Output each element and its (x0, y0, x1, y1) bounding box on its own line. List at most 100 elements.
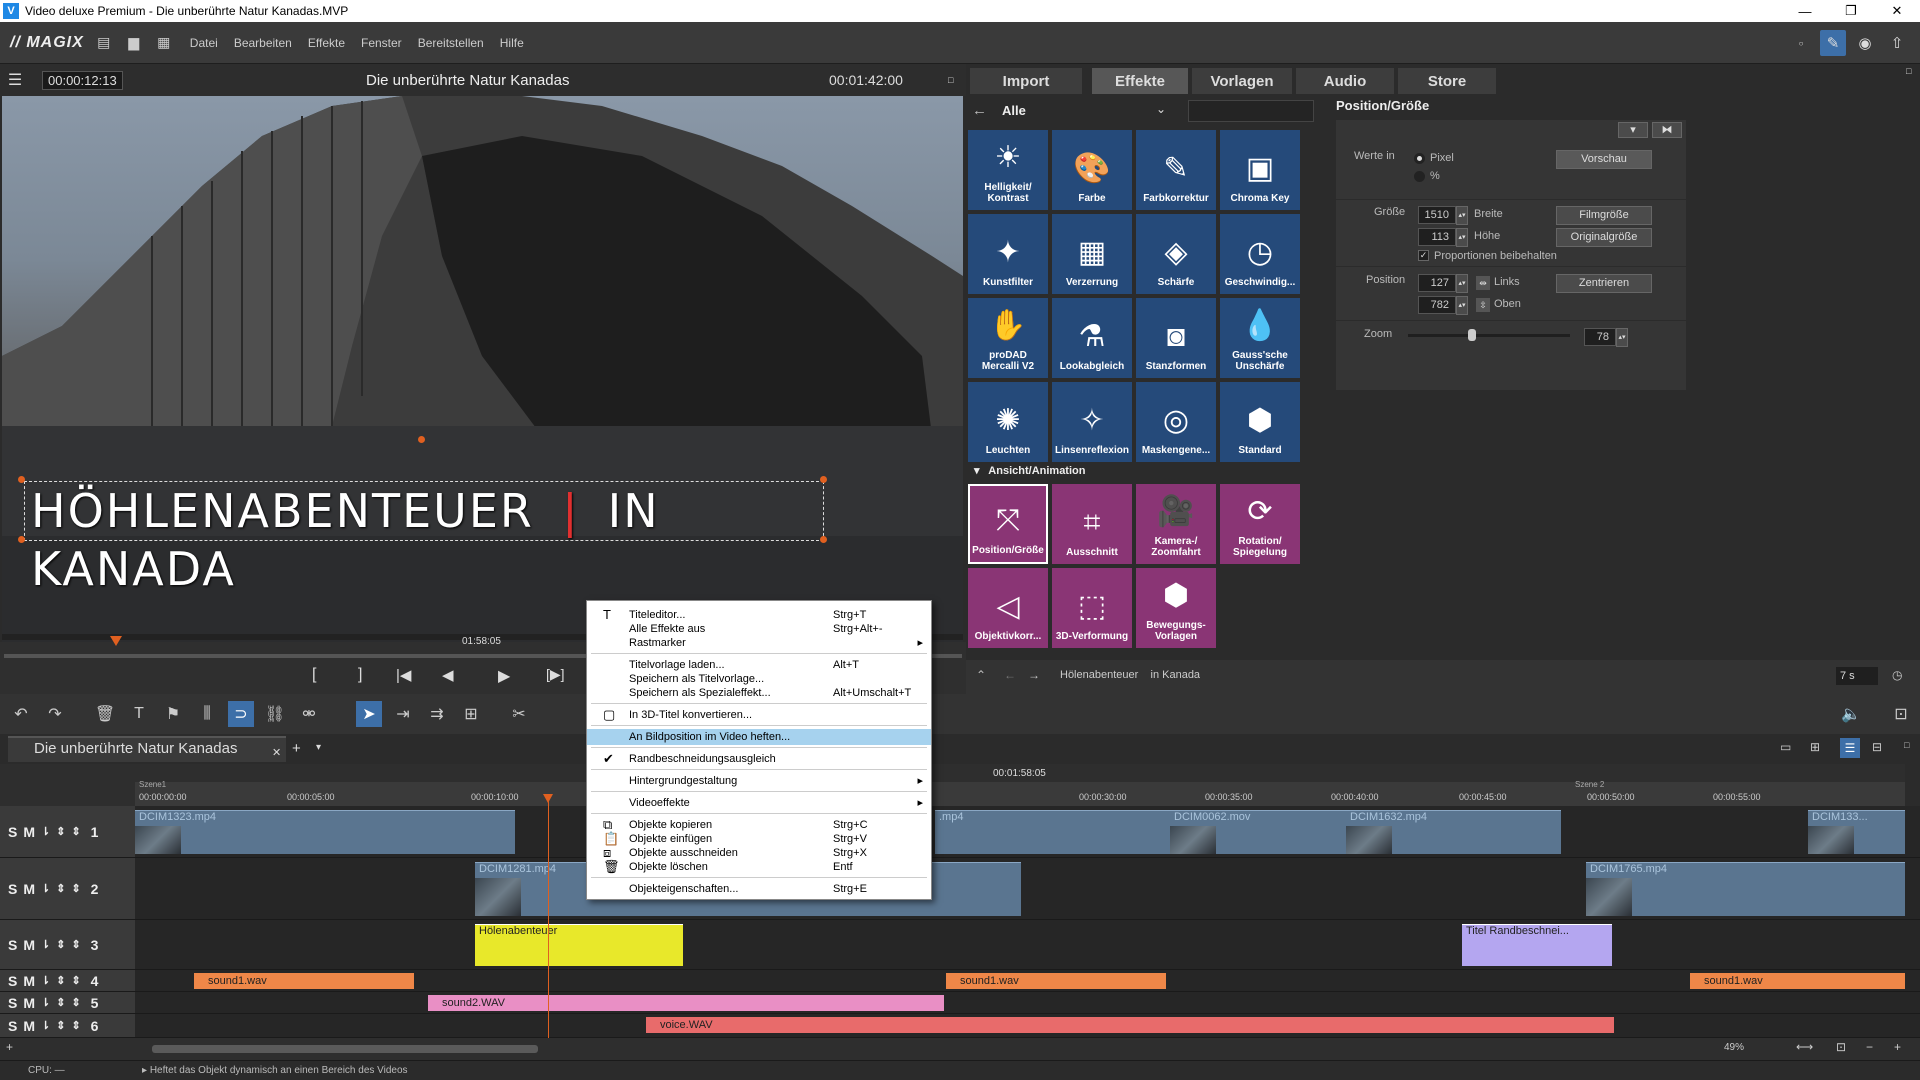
effect-tile[interactable]: ✺ Leuchten (968, 382, 1048, 462)
tab-import[interactable]: Import (970, 68, 1082, 94)
zoom-level[interactable]: 49% (1724, 1042, 1744, 1053)
maximize-icon[interactable]: ❐ (1828, 0, 1874, 22)
expand-toggle[interactable]: ⧓ (1652, 122, 1682, 138)
originalgroesse-button[interactable]: Originalgröße (1556, 228, 1652, 247)
track-options-icon[interactable]: ⇕ (71, 825, 80, 838)
links-stepper[interactable]: ▴▾ (1456, 274, 1468, 293)
range-select-icon[interactable]: ⇥ (390, 701, 416, 727)
zoom-slider[interactable] (1408, 334, 1570, 337)
back-arrow-icon[interactable]: ← (972, 102, 987, 119)
effect-tile[interactable]: ☀ Helligkeit/ Kontrast (968, 130, 1048, 210)
context-menu-item[interactable]: ✔ Randbeschneidungsausgleich (587, 751, 931, 767)
maximize-preview-icon[interactable]: □ (948, 75, 953, 85)
effects-search-input[interactable] (1188, 100, 1314, 122)
animation-effect-tile[interactable]: ⬢ Bewegungs- Vorlagen (1136, 568, 1216, 648)
track-settings-icon[interactable]: ⇕ (56, 882, 65, 895)
track-settings-icon[interactable]: ⇕ (56, 1019, 65, 1032)
mute-button[interactable]: M (23, 995, 35, 1011)
breite-stepper[interactable]: ▴▾ (1456, 206, 1468, 225)
resize-handle[interactable] (18, 476, 25, 483)
zoom-input[interactable]: 78 (1584, 328, 1616, 346)
context-menu-item[interactable]: Objekteigenschaften... Strg+E (587, 881, 931, 897)
solo-button[interactable]: S (8, 995, 17, 1011)
zentrieren-button[interactable]: Zentrieren (1556, 274, 1652, 293)
timeline-playhead[interactable] (548, 794, 549, 1042)
context-menu-item[interactable]: Rastmarker ▸ (587, 635, 931, 651)
context-menu-item[interactable]: Speichern als Spezialeffekt... Alt+Umscha… (587, 685, 931, 701)
title-clip[interactable]: Hölenabenteuer (475, 924, 683, 966)
user-icon[interactable]: ✎ (1820, 30, 1846, 56)
lock-icon[interactable]: ⇂ (41, 938, 50, 951)
view-single-icon[interactable]: ▭ (1780, 740, 1791, 754)
menu-bearbeiten[interactable]: Bearbeiten (234, 36, 292, 50)
panel-maximize-icon[interactable]: □ (1906, 66, 1911, 76)
mute-button[interactable]: M (23, 973, 35, 989)
track-settings-icon[interactable]: ⇕ (56, 974, 65, 987)
hscroll-thumb[interactable] (152, 1045, 538, 1053)
lock-icon[interactable]: ⇂ (41, 882, 50, 895)
menu-fenster[interactable]: Fenster (361, 36, 402, 50)
timeline-track[interactable]: S M ⇂ ⇕ ⇕ 2 DCIM1281.mp4 DCIM1765.mp4 (0, 858, 1920, 920)
dot-icon[interactable]: ○ (1788, 30, 1814, 56)
timeline-track[interactable]: S M ⇂ ⇕ ⇕ 5 sound2.WAV (0, 992, 1920, 1014)
track-settings-icon[interactable]: ⇕ (56, 938, 65, 951)
video-clip[interactable]: DCIM1323.mp4 (135, 810, 515, 854)
menu-hilfe[interactable]: Hilfe (500, 36, 524, 50)
solo-button[interactable]: S (8, 1018, 17, 1034)
marker-icon[interactable]: ⚑ (160, 701, 186, 727)
context-menu-item[interactable]: An Bildposition im Video heften... (587, 729, 931, 745)
tab-store[interactable]: Store (1398, 68, 1496, 94)
timeline-track[interactable]: S M ⇂ ⇕ ⇕ 1 DCIM1323.mp4 .mp4 DCIM0062.mov DCIM16… (0, 806, 1920, 858)
track-options-icon[interactable]: ⇕ (71, 974, 80, 987)
save-icon[interactable]: ▦ (154, 33, 174, 53)
tab-vorlagen[interactable]: Vorlagen (1192, 68, 1292, 94)
video-clip[interactable]: DCIM1632.mp4 (1346, 810, 1561, 854)
solo-button[interactable]: S (8, 937, 17, 953)
resize-handle[interactable] (18, 536, 25, 543)
audio-clip[interactable]: voice.WAV (646, 1017, 1614, 1033)
resize-handle[interactable] (820, 536, 827, 543)
animation-effect-tile[interactable]: ◁ Objektivkorr... (968, 568, 1048, 648)
mute-button[interactable]: M (23, 1018, 35, 1034)
links-input[interactable]: 127 (1418, 274, 1456, 292)
add-tab-icon[interactable]: + (292, 740, 301, 757)
oben-input[interactable]: 782 (1418, 296, 1456, 314)
timeline-ruler[interactable]: 00:01:58:05 Szene1 Szene 2 00:00:00:00 00… (135, 764, 1905, 806)
view-storyboard-icon[interactable]: ⊟ (1872, 740, 1882, 754)
solo-button[interactable]: S (8, 824, 17, 840)
project-tab[interactable]: Die unberührte Natur Kanadas ✕ (8, 736, 286, 762)
solo-button[interactable]: S (8, 973, 17, 989)
close-icon[interactable]: ✕ (1874, 0, 1920, 22)
track-options-icon[interactable]: ⇕ (71, 938, 80, 951)
effect-tile[interactable]: ✋ proDAD Mercalli V2 (968, 298, 1048, 378)
zoom-window-icon[interactable]: ⊡ (1836, 1040, 1846, 1054)
record-icon[interactable]: ◉ (1852, 30, 1878, 56)
effect-tile[interactable]: ◙ Stanzformen (1136, 298, 1216, 378)
collapse-dropdown[interactable]: ▾ (1618, 122, 1648, 138)
tab-effekte[interactable]: Effekte (1092, 68, 1188, 94)
mixer-icon[interactable]: ⫼ (194, 701, 220, 727)
unlink-icon[interactable]: ⚮ (296, 701, 322, 727)
animation-effect-tile[interactable]: ⤧ Position/Größe (968, 484, 1048, 564)
zoom-fit-icon[interactable]: ⟷ (1796, 1040, 1813, 1054)
multi-select-icon[interactable]: ⇉ (424, 701, 450, 727)
video-clip[interactable]: DCIM1765.mp4 (1586, 862, 1905, 916)
minimize-icon[interactable]: — (1782, 0, 1828, 22)
video-preview[interactable]: HÖHLENABENTEUER ❘ IN KANADA 01:58:05 (2, 96, 963, 642)
pixel-radio[interactable] (1414, 153, 1425, 164)
vorschau-button[interactable]: Vorschau (1556, 150, 1652, 169)
effect-tile[interactable]: ⬢ Standard (1220, 382, 1300, 462)
delete-icon[interactable]: 🗑 (92, 701, 118, 727)
hamburger-icon[interactable]: ☰ (0, 70, 30, 90)
effect-tile[interactable]: 💧 Gauss'sche Unschärfe (1220, 298, 1300, 378)
view-grid-icon[interactable]: ⊞ (1810, 740, 1820, 754)
zoom-slider-thumb[interactable] (1468, 329, 1476, 341)
effect-tile[interactable]: ◷ Geschwindig... (1220, 214, 1300, 294)
audio-clip[interactable]: sound1.wav (1690, 973, 1905, 989)
cut-icon[interactable]: ✂ (506, 701, 532, 727)
clock-icon[interactable]: ◷ (1892, 668, 1902, 682)
close-tab-icon[interactable]: ✕ (272, 742, 281, 764)
solo-button[interactable]: S (8, 881, 17, 897)
lock-icon[interactable]: ⇂ (41, 974, 50, 987)
menu-datei[interactable]: Datei (190, 36, 218, 50)
